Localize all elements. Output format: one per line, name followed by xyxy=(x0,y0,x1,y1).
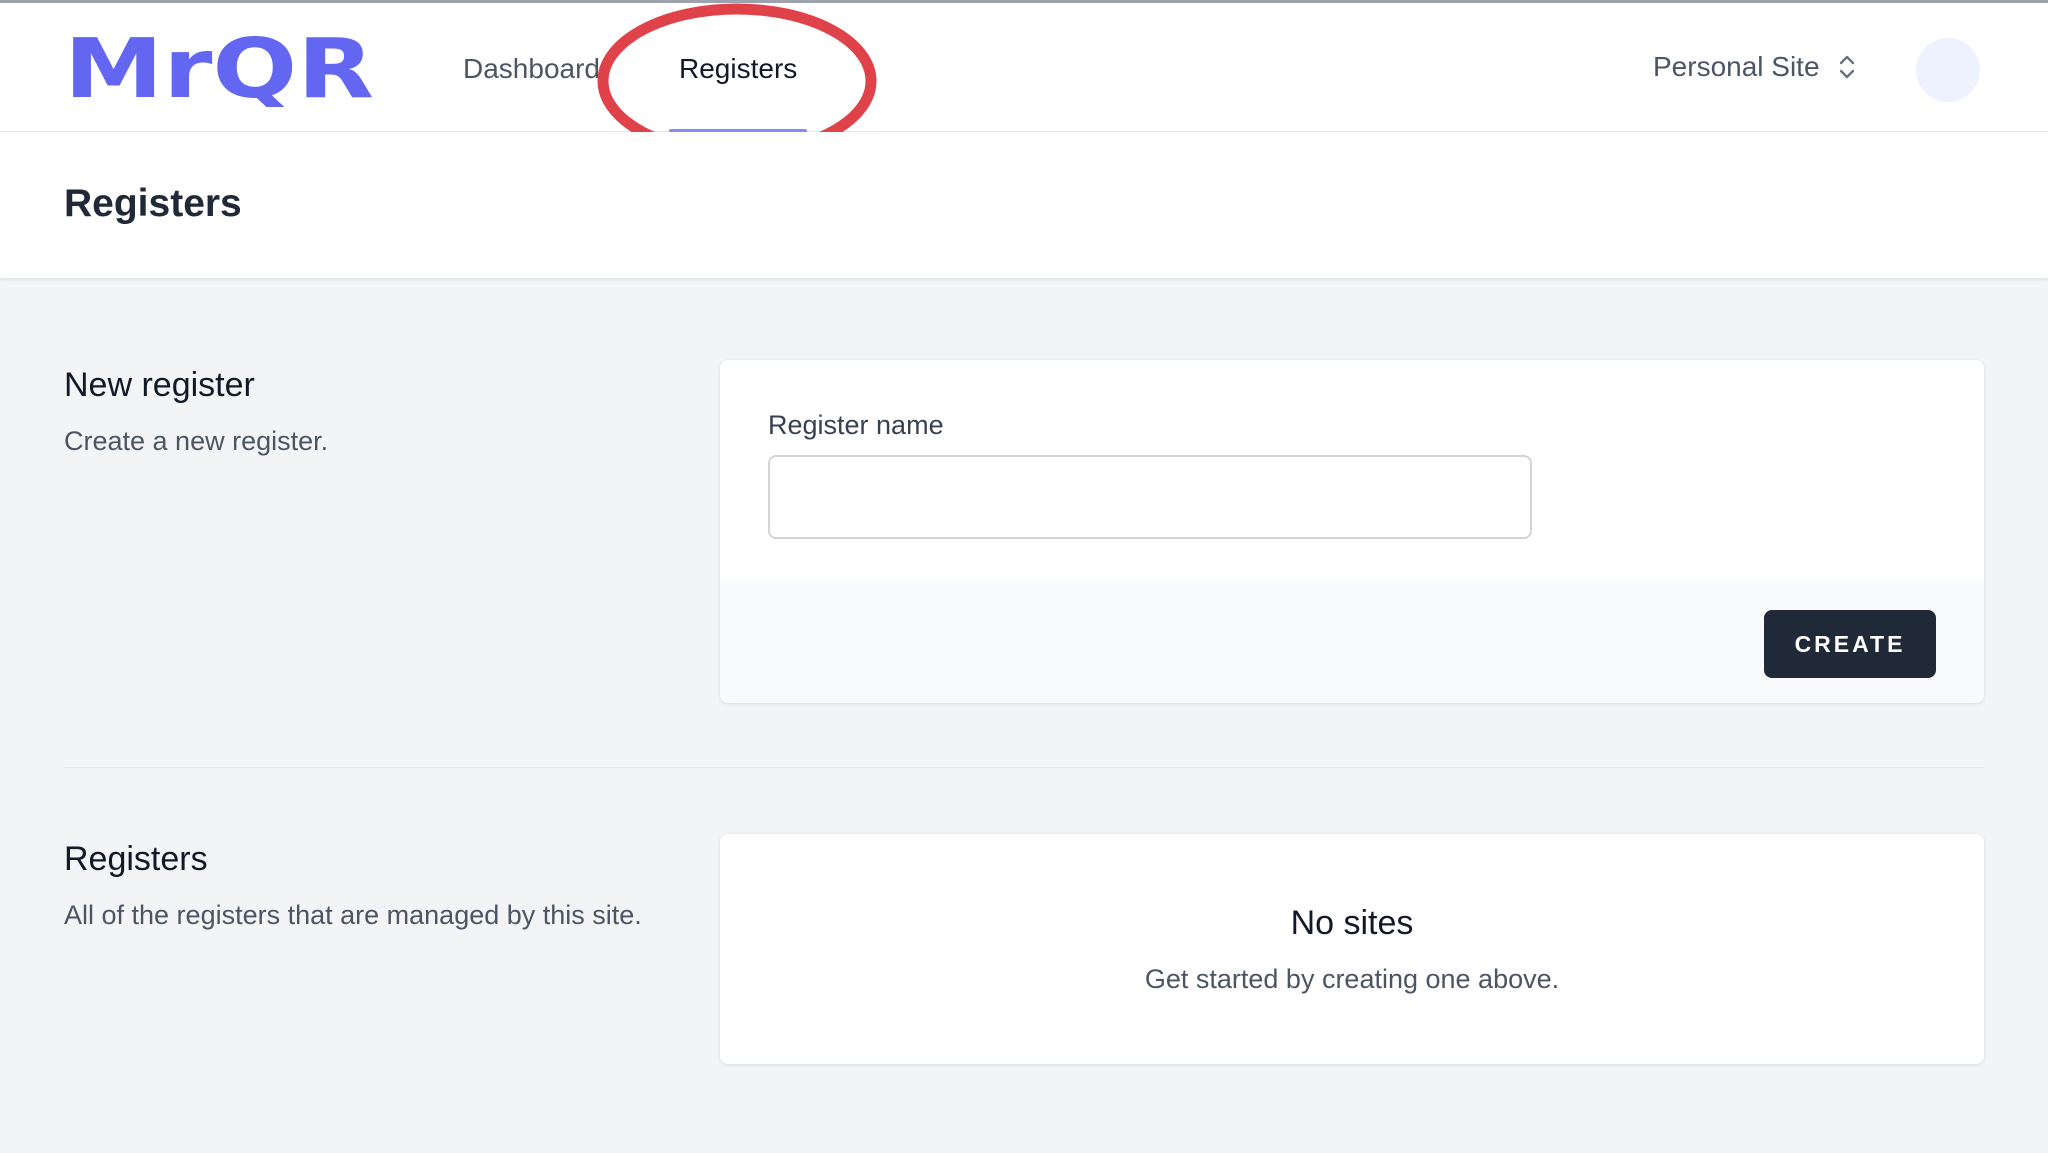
registers-description: All of the registers that are managed by… xyxy=(64,900,642,930)
empty-state-title: No sites xyxy=(1290,904,1414,942)
nav-link-dashboard[interactable]: Dashboard xyxy=(463,53,600,85)
user-avatar[interactable] xyxy=(1916,38,1980,102)
page-header: Registers xyxy=(0,132,2048,278)
create-button[interactable]: CREATE xyxy=(1764,610,1936,678)
registers-list-card: No sites Get started by creating one abo… xyxy=(720,834,1984,1064)
card-footer: CREATE xyxy=(720,583,1984,703)
registers-heading: Registers xyxy=(64,840,208,878)
mrqr-logo[interactable]: MrQR xyxy=(64,33,376,107)
new-register-description: Create a new register. xyxy=(64,426,329,456)
svg-text:MrQR: MrQR xyxy=(64,33,374,107)
nav-link-registers[interactable]: Registers xyxy=(679,53,797,85)
chevron-up-down-icon xyxy=(1839,55,1854,79)
empty-state-description: Get started by creating one above. xyxy=(1144,964,1560,994)
section-divider xyxy=(64,767,1984,768)
new-register-card: Register name CREATE xyxy=(720,360,1984,703)
site-switcher[interactable]: Personal Site xyxy=(1653,51,1856,83)
page-title: Registers xyxy=(64,182,242,225)
register-name-input[interactable] xyxy=(768,455,1532,539)
site-switcher-label: Personal Site xyxy=(1653,51,1820,82)
new-register-heading: New register xyxy=(64,366,255,404)
top-navigation: MrQR Dashboard Registers Personal Site xyxy=(0,0,2048,159)
register-name-label: Register name xyxy=(768,410,944,440)
